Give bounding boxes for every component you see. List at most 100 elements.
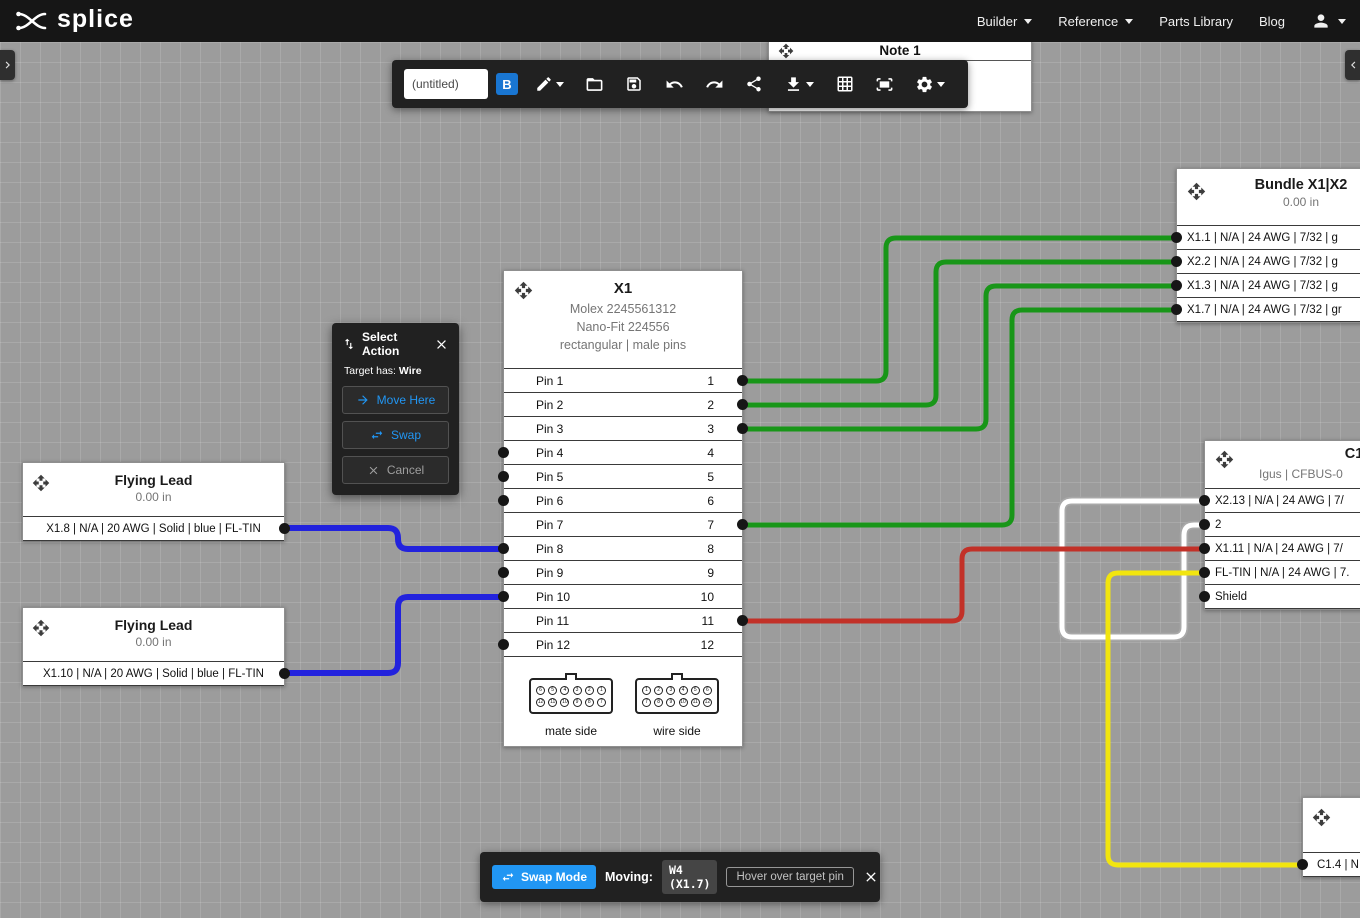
move-icon[interactable] [778,43,794,59]
wire-row[interactable]: X2.13 | N/A | 24 AWG | 7/ [1205,489,1360,513]
pin-number: 9 [707,566,714,580]
pin-number: 2 [707,398,714,412]
nav-label: Parts Library [1159,14,1233,29]
pin-row[interactable]: Pin 77 [504,513,742,537]
close-status-button[interactable] [863,869,879,885]
wire-row[interactable]: FL-TIN | N/A | 24 AWG | 7. [1205,561,1360,585]
wire-row[interactable]: X2.2 | N/A | 24 AWG | 7/32 | g [1177,250,1360,274]
settings-button[interactable] [915,75,945,94]
target-value: Wire [399,365,422,377]
fit-screen-button[interactable] [875,75,894,94]
wire-dot[interactable] [1199,495,1210,506]
pin-row[interactable]: Pin 1111 [504,609,742,633]
pin-row[interactable]: Pin 1010 [504,585,742,609]
pin-dot[interactable] [498,471,509,482]
wire-dot[interactable] [1171,280,1182,291]
pin-dot[interactable] [498,495,509,506]
pin-row[interactable]: Pin 11 [504,369,742,393]
wire-row[interactable]: Shield [1205,585,1360,609]
pin-dot[interactable] [498,447,509,458]
right-panel-toggle[interactable] [1345,50,1360,80]
pin-dot[interactable] [498,543,509,554]
pin-row[interactable]: Pin 99 [504,561,742,585]
pin-row[interactable]: Pin 55 [504,465,742,489]
c1-subtitle: Igus | CFBUS-0 [1259,467,1343,481]
wire-dot[interactable] [279,523,290,534]
wire-dot[interactable] [1171,304,1182,315]
pin-label: Pin 4 [536,446,563,460]
wire-dot[interactable] [1171,256,1182,267]
undo-button[interactable] [665,75,684,94]
cancel-button[interactable]: Cancel [342,456,449,484]
pin-row[interactable]: Pin 1212 [504,633,742,657]
swap-mode-badge[interactable]: Swap Mode [492,865,596,889]
face-pin: 7 [597,698,606,707]
pin-dot[interactable] [737,399,748,410]
pin-number: 6 [707,494,714,508]
move-here-button[interactable]: Move Here [342,386,449,414]
swap-button[interactable]: Swap [342,421,449,449]
brand[interactable]: splice [14,7,134,35]
wire-row[interactable]: X1.1 | N/A | 24 AWG | 7/32 | g [1177,226,1360,250]
pin-dot[interactable] [737,423,748,434]
wire-row[interactable]: X1.10 | N/A | 20 AWG | Solid | blue | FL… [23,662,284,686]
mate-side-label: mate side [529,724,613,738]
pin-dot[interactable] [498,639,509,650]
save-button[interactable] [625,75,643,93]
wire-dot[interactable] [1199,591,1210,602]
open-button[interactable] [585,75,604,94]
move-icon[interactable] [1187,182,1206,201]
nav-item-parts-library[interactable]: Parts Library [1159,14,1233,29]
pin-dot[interactable] [737,375,748,386]
wire-dot[interactable] [1199,567,1210,578]
wire-row[interactable]: X1.3 | N/A | 24 AWG | 7/32 | g [1177,274,1360,298]
wire-row[interactable]: 2 [1205,513,1360,537]
move-icon[interactable] [1312,808,1331,827]
wire-row-label: FL-TIN | N/A | 24 AWG | 7. [1215,567,1349,579]
redo-button[interactable] [705,75,724,94]
wire-row[interactable]: X1.8 | N/A | 20 AWG | Solid | blue | FL-… [23,517,284,541]
download-button[interactable] [784,75,814,94]
wire-dot[interactable] [1199,519,1210,530]
move-icon[interactable] [1215,450,1234,469]
wire-dot[interactable] [279,668,290,679]
pin-dot[interactable] [498,567,509,578]
pin-row[interactable]: Pin 33 [504,417,742,441]
brand-text: splice [57,7,134,35]
wire-row[interactable]: C1.4 | N [1303,853,1360,877]
wire-dot[interactable] [1171,232,1182,243]
pin-row[interactable]: Pin 88 [504,537,742,561]
pin-dot[interactable] [737,519,748,530]
nav-item-reference[interactable]: Reference [1058,14,1133,29]
share-button[interactable] [745,75,763,93]
move-icon[interactable] [514,281,533,300]
wire-row[interactable]: X1.7 | N/A | 24 AWG | 7/32 | gr [1177,298,1360,322]
move-icon[interactable] [32,619,50,637]
swap-label: Swap [391,428,421,442]
pin-dot[interactable] [498,591,509,602]
target-prefix: Target has: [344,365,396,377]
wire-dot[interactable] [1199,543,1210,554]
pin-row[interactable]: Pin 44 [504,441,742,465]
wire-dot[interactable] [1297,859,1308,870]
close-icon [434,337,449,352]
corner-block: C1.4 | N [1302,797,1360,877]
project-title-input[interactable]: (untitled) [404,69,488,99]
pin-dot[interactable] [737,615,748,626]
nav-item-blog[interactable]: Blog [1259,14,1285,29]
move-icon[interactable] [32,474,50,492]
account-menu[interactable] [1311,11,1346,31]
wire-row[interactable]: X1.11 | N/A | 24 AWG | 7/ [1205,537,1360,561]
grid-view-button[interactable] [836,75,854,93]
close-icon [863,869,879,885]
note-header[interactable]: Note 1 [769,41,1031,61]
pin-row[interactable]: Pin 22 [504,393,742,417]
edit-button[interactable] [535,75,564,93]
builder-badge[interactable]: B [496,73,518,95]
close-popup-button[interactable] [434,337,449,352]
left-panel-toggle[interactable] [0,50,15,80]
download-icon [784,75,803,94]
nav-item-builder[interactable]: Builder [977,14,1032,29]
toolbar: (untitled) B [392,60,968,108]
pin-row[interactable]: Pin 66 [504,489,742,513]
